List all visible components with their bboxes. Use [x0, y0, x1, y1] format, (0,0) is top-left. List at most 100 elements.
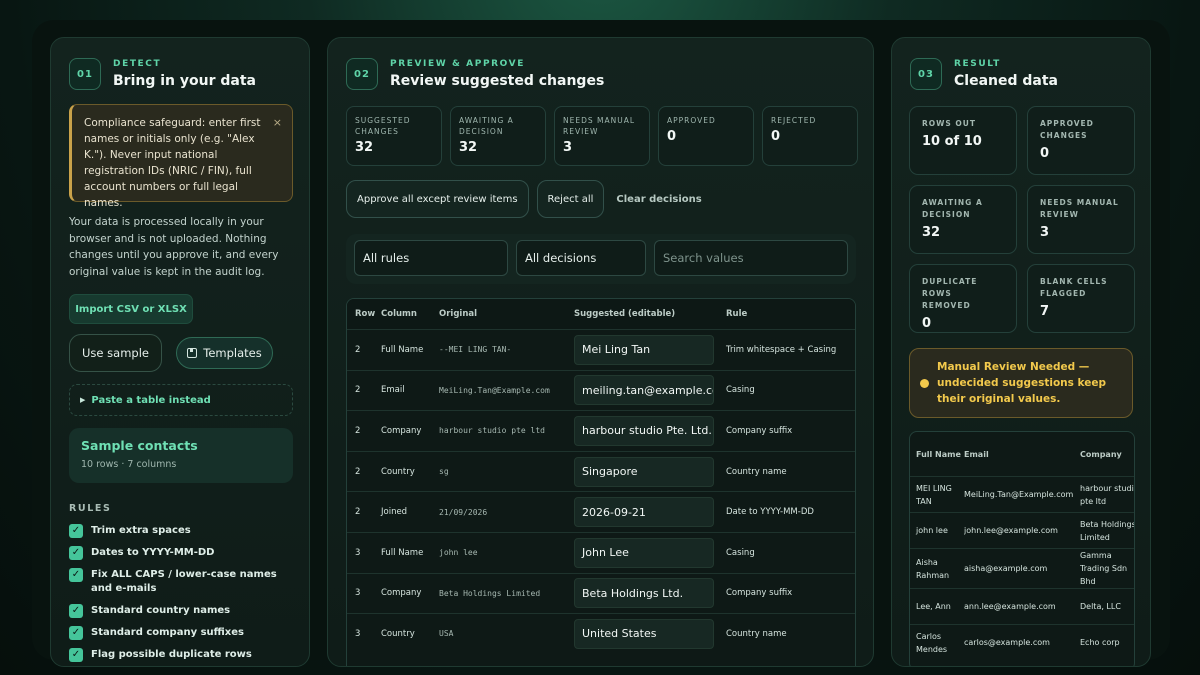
manual-review-text: Manual Review Needed — undecided suggest…	[937, 361, 1107, 405]
paste-table-toggle[interactable]: ▶ Paste a table instead	[69, 384, 293, 416]
column-header[interactable]: Original	[439, 309, 574, 319]
stat-duplicates-removed: DUPLICATE ROWS REMOVED 0	[909, 264, 1017, 333]
table-row: Lee, Ann ann.lee@example.com Delta, LLC	[910, 588, 1134, 624]
stat-rejected: REJECTED 0	[762, 106, 858, 166]
suggested-input[interactable]: meiling.tan@example.com	[574, 375, 714, 406]
table-row: 3 Country USA United States Country name	[347, 613, 855, 654]
cell-email: MeiLing.Tan@Example.com	[964, 490, 1074, 499]
decisions-filter-select[interactable]: All decisions	[516, 240, 646, 276]
table-row: Carlos Mendes carlos@example.com Echo co…	[910, 624, 1134, 660]
column-header[interactable]: Full Name	[910, 450, 964, 459]
cell-company: Beta Holdings Limited	[1080, 519, 1135, 542]
sample-dataset-card[interactable]: Sample contacts 10 rows · 7 columns	[69, 428, 293, 483]
checkbox-checked-icon[interactable]: ✓	[69, 568, 83, 582]
suggested-input[interactable]: United States	[574, 618, 714, 649]
rule-label: Fix ALL CAPS / lower-case names and e-ma…	[91, 569, 277, 594]
cell-original: USA	[439, 629, 454, 639]
triangle-right-icon: ▶	[80, 396, 86, 404]
table-row: 3 Full Name john lee John Lee Casing	[347, 531, 855, 573]
suggested-input[interactable]: 2026-09-21	[574, 497, 714, 528]
search-input[interactable]: Search values	[654, 240, 848, 276]
table-row: 2 Country sg Singapore Country name	[347, 450, 855, 492]
column-header[interactable]: Row	[347, 309, 381, 319]
rule-casing[interactable]: ✓ Fix ALL CAPS / lower-case names and e-m…	[69, 568, 289, 596]
table-row: 2 Email MeiLing.Tan@Example.com meiling.…	[347, 369, 855, 411]
cell-column: Full Name	[381, 547, 424, 558]
import-button[interactable]: Import CSV or XLSX	[69, 294, 193, 324]
stat-rows-out: ROWS OUT 10 of 10	[909, 106, 1017, 175]
cell-original: MeiLing.Tan@Example.com	[439, 385, 550, 395]
column-header[interactable]: Email	[964, 450, 1080, 459]
rules-filter-select[interactable]: All rules	[354, 240, 508, 276]
cell-company: Echo corp	[1080, 638, 1120, 647]
use-sample-button[interactable]: Use sample	[69, 334, 162, 372]
cell-rule: Trim whitespace + Casing	[726, 344, 837, 355]
result-stats: ROWS OUT 10 of 10 APPROVED CHANGES 0 AWAIT…	[909, 106, 1135, 333]
templates-button[interactable]: Templates	[176, 337, 273, 369]
cell-column: Company	[381, 588, 422, 599]
rule-trim[interactable]: ✓ Trim extra spaces	[69, 524, 289, 538]
column-header[interactable]: Column	[381, 309, 439, 319]
cell-column: Email	[381, 385, 405, 396]
cell-column: Company	[381, 425, 422, 436]
suggested-input[interactable]: Beta Holdings Ltd.	[574, 578, 714, 609]
table-header: Row Column Original Suggested (editable)…	[347, 299, 855, 329]
checkbox-checked-icon[interactable]: ✓	[69, 546, 83, 560]
close-icon[interactable]: ×	[273, 115, 282, 131]
status-dot-icon	[920, 378, 929, 388]
table-header: Full Name Email Company	[910, 432, 1134, 476]
rules-heading: RULES	[69, 503, 112, 514]
cell-name: Carlos Mendes	[916, 631, 948, 654]
cell-name: MEI LING TAN	[916, 483, 952, 506]
column-header[interactable]: Company	[1080, 450, 1134, 459]
filter-bar: All rules All decisions Search values	[346, 234, 856, 284]
paste-label: Paste a table instead	[91, 394, 211, 406]
step-number: 03	[910, 58, 942, 90]
stat-awaiting: AWAITING A DECISION 32	[909, 185, 1017, 254]
stat-manual-review: NEEDS MANUAL REVIEW 3	[554, 106, 650, 166]
templates-label: Templates	[203, 346, 262, 360]
rule-duplicates[interactable]: ✓ Flag possible duplicate rows	[69, 648, 289, 662]
rules-list: ✓ Trim extra spaces ✓ Dates to YYYY-MM-DD …	[69, 524, 289, 666]
cell-rule: Company suffix	[726, 425, 793, 436]
table-row: john lee john.lee@example.com Beta Holdi…	[910, 512, 1134, 548]
reject-all-button[interactable]: Reject all	[536, 180, 605, 218]
suggested-input[interactable]: Mei Ling Tan	[574, 334, 714, 365]
result-panel: 03 RESULT Cleaned data ROWS OUT 10 of 10 …	[891, 37, 1151, 667]
cell-rule: Country name	[726, 628, 787, 639]
result-header: 03 RESULT Cleaned data	[910, 58, 1058, 90]
cell-email: john.lee@example.com	[964, 526, 1058, 535]
stat-approved-changes: APPROVED CHANGES 0	[1027, 106, 1135, 175]
rule-country[interactable]: ✓ Standard country names	[69, 604, 289, 618]
cell-company: Delta, LLC	[1080, 602, 1121, 611]
table-row: MEI LING TAN MeiLing.Tan@Example.com har…	[910, 476, 1134, 512]
checkbox-checked-icon[interactable]: ✓	[69, 524, 83, 538]
cell-column: Full Name	[381, 344, 424, 355]
checkbox-checked-icon[interactable]: ✓	[69, 626, 83, 640]
step-number: 01	[69, 58, 101, 90]
cell-original: --MEI LING TAN-	[439, 345, 512, 355]
clear-decisions-button[interactable]: Clear decisions	[616, 194, 701, 205]
rule-label: Flag possible duplicate rows	[91, 649, 252, 660]
column-header[interactable]: Suggested (editable)	[574, 309, 726, 319]
cell-row: 3	[355, 547, 361, 558]
manual-review-alert: Manual Review Needed — undecided suggest…	[909, 348, 1133, 418]
step-label: RESULT	[954, 59, 1001, 69]
step-title: Bring in your data	[113, 73, 256, 89]
column-header[interactable]: Rule	[726, 309, 855, 319]
preview-stats: SUGGESTED CHANGES 32 AWAITING A DECISION 3…	[346, 106, 858, 166]
compliance-warning: Compliance safeguard: enter first names …	[69, 104, 293, 209]
rule-company[interactable]: ✓ Standard company suffixes	[69, 626, 289, 640]
suggested-input[interactable]: harbour studio Pte. Ltd.	[574, 415, 714, 446]
suggested-input[interactable]: Singapore	[574, 456, 714, 487]
checkbox-checked-icon[interactable]: ✓	[69, 604, 83, 618]
privacy-description: Your data is processed locally in your b…	[69, 216, 279, 278]
checkbox-checked-icon[interactable]: ✓	[69, 648, 83, 662]
bulk-actions: Approve all except review items Reject a…	[346, 180, 702, 218]
cell-rule: Casing	[726, 547, 755, 558]
rule-dates[interactable]: ✓ Dates to YYYY-MM-DD	[69, 546, 289, 560]
cleaned-table: Full Name Email Company MEI LING TAN Mei…	[909, 431, 1135, 666]
approve-all-button[interactable]: Approve all except review items	[346, 180, 529, 218]
suggested-input[interactable]: John Lee	[574, 537, 714, 568]
cell-rule: Casing	[726, 385, 755, 396]
